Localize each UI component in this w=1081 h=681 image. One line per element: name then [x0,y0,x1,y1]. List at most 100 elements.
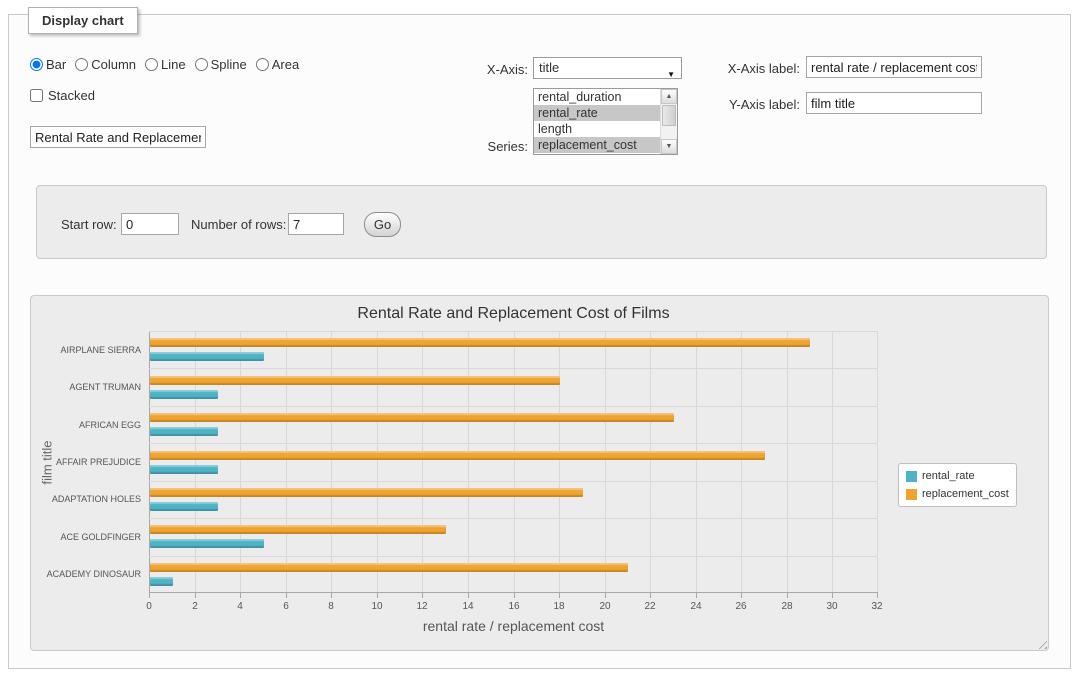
number-of-rows-input[interactable] [288,213,344,235]
series-option-rental-rate[interactable]: rental_rate [534,105,660,121]
chart-type-option-bar[interactable]: Bar [30,57,66,72]
chart-type-radio-bar[interactable] [30,58,43,71]
bar-replacement-cost-airplane-sierra[interactable] [150,338,810,347]
stacked-label: Stacked [48,88,95,103]
series-multiselect[interactable]: rental_durationrental_ratelengthreplacem… [533,88,678,155]
chart-type-radio-spline[interactable] [195,58,208,71]
x-tick-label-24: 24 [681,601,711,612]
axis-tick-0 [149,593,150,598]
axis-tick-32 [877,593,878,598]
series-option-length[interactable]: length [534,121,660,137]
gridline-y-2 [149,406,878,407]
row-range-panel: Start row: Number of rows: Go [36,185,1047,259]
x-axis-select-label: X-Axis: [428,62,528,77]
bar-replacement-cost-adaptation-holes[interactable] [150,488,583,497]
chart-type-option-line[interactable]: Line [145,57,186,72]
listbox-scrollbar[interactable]: ▲ ▼ [660,89,677,154]
gridline-y-4 [149,481,878,482]
legend-label: replacement_cost [922,488,1009,500]
bar-rental-rate-affair-prejudice[interactable] [150,465,218,474]
category-label-affair-prejudice: AFFAIR PREJUDICE [31,457,141,467]
gridline-x-26 [741,331,742,593]
category-label-academy-dinosaur: ACADEMY DINOSAUR [31,569,141,579]
y-axis-label-input[interactable] [806,92,982,114]
legend-item-rental-rate[interactable]: rental_rate [906,470,1009,482]
axis-tick-6 [286,593,287,598]
chart-type-radio-line[interactable] [145,58,158,71]
x-tick-label-32: 32 [862,601,892,612]
x-tick-label-4: 4 [225,601,255,612]
stacked-checkbox[interactable] [30,89,43,102]
chart-type-radio-area[interactable] [256,58,269,71]
scrollbar-track [661,127,677,139]
x-axis-title: rental rate / replacement cost [149,618,878,634]
gridline-x-8 [331,331,332,593]
bar-rental-rate-airplane-sierra[interactable] [150,352,264,361]
axis-tick-26 [741,593,742,598]
gridline-x-18 [559,331,560,593]
start-row-input[interactable] [121,213,179,235]
scrollbar-thumb[interactable] [662,105,676,126]
series-option-replacement-cost[interactable]: replacement_cost [534,137,660,153]
gridline-y-6 [149,556,878,557]
bar-replacement-cost-ace-goldfinger[interactable] [150,525,446,534]
bar-rental-rate-african-egg[interactable] [150,427,218,436]
legend-label: rental_rate [922,470,975,482]
category-label-airplane-sierra: AIRPLANE SIERRA [31,345,141,355]
x-tick-label-16: 16 [499,601,529,612]
x-axis-label-input[interactable] [806,56,982,78]
bar-rental-rate-agent-truman[interactable] [150,390,218,399]
chart-title-input[interactable] [30,126,206,148]
x-tick-label-2: 2 [180,601,210,612]
gridline-x-4 [240,331,241,593]
start-row-label: Start row: [61,217,117,232]
bar-replacement-cost-african-egg[interactable] [150,413,674,422]
axis-tick-24 [696,593,697,598]
series-list-label: Series: [428,139,528,154]
gridline-y-0 [149,331,878,332]
axis-tick-14 [468,593,469,598]
gridline-y-1 [149,368,878,369]
series-option-rental-duration[interactable]: rental_duration [534,89,660,105]
gridline-x-10 [377,331,378,593]
chart-type-label: Column [91,57,136,72]
bar-rental-rate-ace-goldfinger[interactable] [150,539,264,548]
axis-tick-12 [422,593,423,598]
axis-tick-22 [650,593,651,598]
axis-tick-16 [514,593,515,598]
x-axis-select[interactable]: title ▼ [533,57,682,79]
axis-tick-20 [605,593,606,598]
legend-item-replacement-cost[interactable]: replacement_cost [906,488,1009,500]
number-of-rows-label: Number of rows: [191,217,286,232]
category-label-adaptation-holes: ADAPTATION HOLES [31,494,141,504]
chart-container: Rental Rate and Replacement Cost of Film… [30,295,1049,651]
category-label-agent-truman: AGENT TRUMAN [31,382,141,392]
gridline-x-0 [149,331,150,593]
bar-replacement-cost-affair-prejudice[interactable] [150,451,765,460]
plot-area [149,331,878,593]
go-button[interactable]: Go [364,212,401,237]
scrollbar-down-icon[interactable]: ▼ [661,139,677,154]
chart-type-radio-column[interactable] [75,58,88,71]
axis-tick-28 [787,593,788,598]
y-axis-label-label: Y-Axis label: [698,97,800,112]
x-axis-label-label: X-Axis label: [698,61,800,76]
scrollbar-up-icon[interactable]: ▲ [661,89,677,104]
bar-rental-rate-adaptation-holes[interactable] [150,502,218,511]
chart-type-radio-group: Bar Column Line Spline Area [30,57,299,72]
bar-replacement-cost-academy-dinosaur[interactable] [150,563,628,572]
chart-type-option-spline[interactable]: Spline [195,57,247,72]
bar-rental-rate-academy-dinosaur[interactable] [150,577,173,586]
x-tick-label-6: 6 [271,601,301,612]
chart-type-option-column[interactable]: Column [75,57,136,72]
axis-tick-8 [331,593,332,598]
gridline-x-22 [650,331,651,593]
gridline-x-28 [787,331,788,593]
x-tick-label-14: 14 [453,601,483,612]
category-label-ace-goldfinger: ACE GOLDFINGER [31,532,141,542]
gridline-x-16 [514,331,515,593]
axis-tick-4 [240,593,241,598]
resize-grip-icon[interactable] [1035,637,1047,649]
chart-type-option-area[interactable]: Area [256,57,299,72]
bar-replacement-cost-agent-truman[interactable] [150,376,560,385]
